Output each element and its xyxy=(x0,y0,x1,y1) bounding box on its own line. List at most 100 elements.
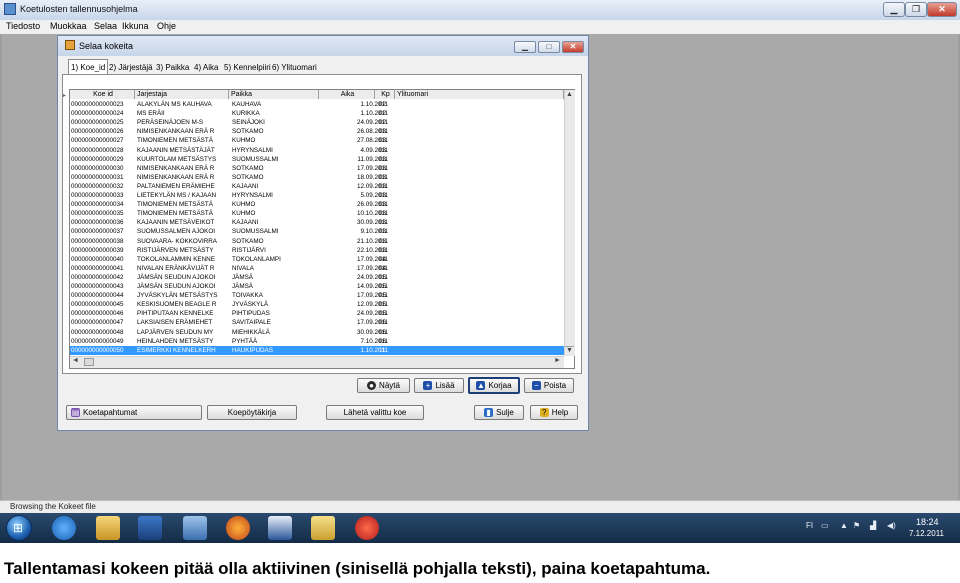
table-row[interactable]: 000000000000042 JÄMSÄN SEUDUN AJOKOI JÄMSÄ… xyxy=(70,273,564,282)
table-row[interactable]: 000000000000028 KAJAANIN METSÄSTÄJÄT HYRYN… xyxy=(70,146,564,155)
scroll-down-icon[interactable]: ▼ xyxy=(566,347,573,354)
media-player-icon[interactable] xyxy=(138,516,162,540)
table-row[interactable]: 000000000000024 MS ERÄII KURIKKA 1.10.2011 0… xyxy=(70,109,564,118)
lisaa-button[interactable]: + Lisää xyxy=(414,378,464,393)
column-header-koe-id[interactable]: Koe id xyxy=(70,90,135,99)
koe-id-cell: 000000000000046 xyxy=(71,310,124,318)
column-header-jarjestaja[interactable]: Jarjestaja xyxy=(135,90,229,99)
laheta-valittu-koe-button[interactable]: Lähetä valittu koe xyxy=(326,405,424,420)
table-row[interactable]: 000000000000025 PERÄSEINÄJOEN M-S SEINÄJOK… xyxy=(70,118,564,127)
table-row[interactable]: 000000000000043 JÄMSÄN SEUDUN AJOKOI JÄMSÄ… xyxy=(70,282,564,291)
table-row[interactable]: 000000000000033 LIETEKYLÄN MS / KAJAAN HYR… xyxy=(70,191,564,200)
maximize-button[interactable]: ❐ xyxy=(905,2,927,17)
close-button[interactable]: ✕ xyxy=(927,2,957,17)
dialog-close-button[interactable]: ✕ xyxy=(562,41,584,53)
koetapahtumat-button[interactable]: ▤ Koetapahtumat xyxy=(66,405,202,420)
table-row[interactable]: 000000000000044 JYVÄSKYLÄN METSÄSTYS TOIVA… xyxy=(70,291,564,300)
tab-paikka[interactable]: 3) Paikka xyxy=(154,61,191,74)
tab-ylituomari[interactable]: 6) Ylituomari xyxy=(270,61,319,74)
table-row[interactable]: 000000000000036 KAJAANIN METSÄVEIKOT KAJAA… xyxy=(70,218,564,227)
help-button[interactable]: ? Help xyxy=(530,405,578,420)
table-row[interactable]: 000000000000026 NIMISENKANKAAN ERÄ R SOTKA… xyxy=(70,127,564,136)
dialog-minimize-button[interactable]: ▁ xyxy=(514,41,536,53)
kp-cell: 03 xyxy=(379,146,387,154)
column-header-ylituomari[interactable]: Ylituomari xyxy=(395,90,564,99)
jarjestaja-cell: ALAKYLÄN MS KAUHAVA xyxy=(137,101,212,108)
horizontal-scrollbar[interactable] xyxy=(70,356,564,368)
table-row[interactable]: 000000000000037 SUOMUSSALMEN AJOKOI SUOMUS… xyxy=(70,227,564,236)
clock-date[interactable]: 7.12.2011 xyxy=(909,529,944,538)
menu-tiedosto[interactable]: Tiedosto xyxy=(6,21,40,31)
scroll-right-icon[interactable]: ► xyxy=(554,357,561,364)
table-row[interactable]: 000000000000023 ALAKYLÄN MS KAUHAVA KAUHAV… xyxy=(70,100,564,109)
clock-time[interactable]: 18:24 xyxy=(916,517,939,527)
kp-cell: 06 xyxy=(379,328,387,336)
scroll-left-icon[interactable]: ◄ xyxy=(72,357,79,364)
kp-cell: 05 xyxy=(379,301,387,309)
menu-muokkaa[interactable]: Muokkaa xyxy=(50,21,87,31)
keyboard-icon[interactable]: ▭ xyxy=(821,521,829,530)
tab-jarjestaja[interactable]: 2) Järjestäjä xyxy=(107,61,155,74)
sulje-button[interactable]: ▮ Sulje xyxy=(474,405,524,420)
table-row[interactable]: 000000000000041 NIVALAN ERÄNKÄVIJÄT R NIVA… xyxy=(70,264,564,273)
paint-icon[interactable] xyxy=(183,516,207,540)
kp-cell: 04 xyxy=(379,264,387,272)
table-row[interactable]: 000000000000048 LAPJÄRVEN SEUDUN MY MIEHIK… xyxy=(70,328,564,337)
firefox-icon[interactable] xyxy=(226,516,250,540)
poista-button[interactable]: − Poista xyxy=(524,378,574,393)
column-header-kp[interactable]: Kp xyxy=(375,90,395,99)
column-header-aika[interactable]: Aika xyxy=(319,90,375,99)
file-explorer-icon[interactable] xyxy=(96,516,120,540)
korjaa-button[interactable]: ▲ Korjaa xyxy=(468,377,520,394)
kp-cell: 05 xyxy=(379,292,387,300)
nayta-button[interactable]: ● Näytä xyxy=(357,378,410,393)
jarjestaja-cell: KAJAANIN METSÄSTÄJÄT xyxy=(137,146,215,154)
scroll-up-icon[interactable]: ▲ xyxy=(566,91,573,98)
app-task-icon[interactable] xyxy=(355,516,379,540)
tab-aika[interactable]: 4) Aika xyxy=(192,61,220,74)
kp-cell: 03 xyxy=(379,173,387,181)
table-row[interactable]: 000000000000039 RISTIJÄRVEN METSÄSTY RISTI… xyxy=(70,246,564,255)
network-icon[interactable]: ▟ xyxy=(870,521,876,530)
language-indicator[interactable]: FI xyxy=(806,521,813,530)
table-row[interactable]: 000000000000045 KESKISUOMEN BEAGLE R JYVÄS… xyxy=(70,300,564,309)
table-row[interactable]: 000000000000030 NIMISENKANKAAN ERÄ R SOTKA… xyxy=(70,164,564,173)
dialog-maximize-button[interactable]: □ xyxy=(538,41,560,53)
menu-ohje[interactable]: Ohje xyxy=(157,21,176,31)
koe-id-cell: 000000000000025 xyxy=(71,119,124,127)
table-row[interactable]: 000000000000034 TIMONIEMEN METSÄSTÄ KUHMO 2… xyxy=(70,200,564,209)
koe-id-cell: 000000000000029 xyxy=(71,155,124,163)
horizontal-scroll-thumb[interactable] xyxy=(84,358,94,366)
jarjestaja-cell: JÄMSÄN SEUDUN AJOKOI xyxy=(137,273,216,281)
table-row[interactable]: 000000000000035 TIMONIEMEN METSÄSTÄ KUHMO 1… xyxy=(70,209,564,218)
word-icon[interactable] xyxy=(268,516,292,540)
menu-selaa[interactable]: Selaa xyxy=(94,21,117,31)
table-row[interactable]: 000000000000049 HEINLAHDEN METSÄSTY PYHTÄÄ… xyxy=(70,337,564,346)
internet-explorer-icon[interactable] xyxy=(52,516,76,540)
minus-icon: − xyxy=(531,381,541,391)
show-hidden-icons-icon[interactable]: ▲ xyxy=(840,521,848,530)
vertical-scrollbar[interactable] xyxy=(564,90,575,356)
table-row[interactable]: 000000000000029 KUURTOLAM METSÄSTYS SUOMUS… xyxy=(70,155,564,164)
start-button[interactable]: ⊞ xyxy=(6,515,32,541)
triangle-up-icon: ▲ xyxy=(476,381,486,391)
table-row[interactable]: 000000000000032 PALTANIEMEN ERÄMIEHE KAJAA… xyxy=(70,182,564,191)
table-row[interactable]: 000000000000047 LAKSIAISEN ERÄMIEHET SAVIT… xyxy=(70,318,564,327)
volume-icon[interactable]: ◀) xyxy=(887,521,896,530)
kp-cell: 03 xyxy=(379,210,387,218)
tab-kennelpiiri[interactable]: 5) Kennelpiiri xyxy=(222,61,273,74)
koepoytakirja-button[interactable]: Koepöytäkirja xyxy=(207,405,297,420)
folder-icon[interactable] xyxy=(311,516,335,540)
table-row-selected[interactable]: 000000000000050 ESIMERKKI KENNELKERH HAUKI… xyxy=(70,345,564,355)
column-header-paikka[interactable]: Paikka xyxy=(229,90,319,99)
table-row[interactable]: 000000000000046 PIHTIPUTAAN KENNELKE PIHTI… xyxy=(70,309,564,318)
table-row[interactable]: 000000000000038 SUOVAARA- KOKKOVIRRA SOTKA… xyxy=(70,237,564,246)
menu-ikkuna[interactable]: Ikkuna xyxy=(122,21,149,31)
app-icon xyxy=(4,3,16,15)
table-row[interactable]: 000000000000040 TOKOLANLAMMIN KENNE TOKOLA… xyxy=(70,255,564,264)
table-row[interactable]: 000000000000031 NIMISENKANKAAN ERÄ R SOTKA… xyxy=(70,173,564,182)
table-row[interactable]: 000000000000027 TIMONIEMEN METSÄSTÄ KUHMO 2… xyxy=(70,136,564,145)
koe-id-cell: 000000000000032 xyxy=(71,182,124,190)
action-center-icon[interactable]: ⚑ xyxy=(853,521,860,530)
minimize-button[interactable]: ▁ xyxy=(883,2,905,17)
